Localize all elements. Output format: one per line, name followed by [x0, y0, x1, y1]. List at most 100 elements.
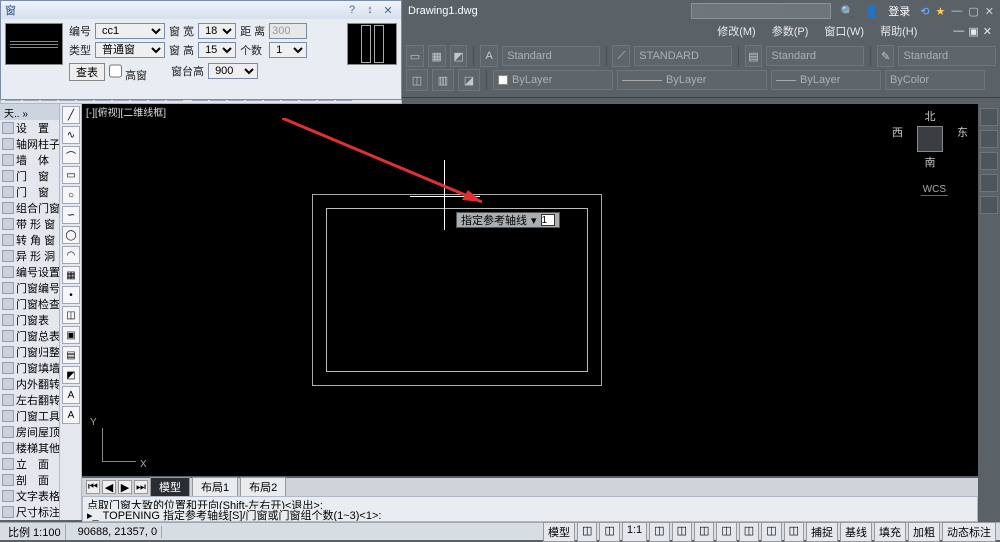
- sidebar-item[interactable]: 左右翻转: [0, 392, 59, 408]
- pline-icon[interactable]: ∿: [62, 126, 80, 144]
- rib-btn[interactable]: A: [480, 45, 498, 67]
- rib-btn[interactable]: ▦: [428, 45, 446, 67]
- showmotion-icon[interactable]: [980, 196, 998, 214]
- menu-param[interactable]: 参数(P): [772, 23, 809, 39]
- preview-thumbnail-left[interactable]: [5, 23, 63, 65]
- sidebar-item[interactable]: 剖 面: [0, 472, 59, 488]
- status-toggle[interactable]: ◫: [739, 522, 759, 542]
- tab-layout2[interactable]: 布局2: [240, 477, 286, 497]
- rect-icon[interactable]: ▭: [62, 166, 80, 184]
- login-label[interactable]: 登录: [888, 3, 910, 19]
- menu-window[interactable]: 窗口(W): [824, 23, 864, 39]
- doc-close-icon[interactable]: ✕: [983, 25, 992, 38]
- sidebar-item[interactable]: 编号设置: [0, 264, 59, 280]
- dropdown-icon[interactable]: ▾: [531, 214, 537, 227]
- sidebar-item[interactable]: 门 窗: [0, 184, 59, 200]
- view-label[interactable]: [-][俯视][二维线框]: [82, 104, 978, 118]
- pan-icon[interactable]: [980, 130, 998, 148]
- sidebar-item[interactable]: 带 形 窗: [0, 216, 59, 232]
- sidebar-item[interactable]: 异 形 洞: [0, 248, 59, 264]
- spline-icon[interactable]: ∽: [62, 206, 80, 224]
- orbit-icon[interactable]: [980, 174, 998, 192]
- status-toggle[interactable]: ◫: [761, 522, 781, 542]
- gao-checkbox[interactable]: [109, 63, 122, 79]
- dimstyle-combo[interactable]: STANDARD: [634, 46, 732, 66]
- collapse-icon[interactable]: ↕: [361, 3, 379, 17]
- status-toggle[interactable]: 捕捉: [806, 522, 838, 542]
- tab-model[interactable]: 模型: [150, 477, 190, 497]
- ellipse-icon[interactable]: ◯: [62, 226, 80, 244]
- dialog-titlebar[interactable]: 窗 ? ↕ ✕: [1, 1, 401, 19]
- sidebar-item[interactable]: 内外翻转: [0, 376, 59, 392]
- sidebar-item[interactable]: 立 面: [0, 456, 59, 472]
- status-toggle[interactable]: ◫: [784, 522, 804, 542]
- help-icon[interactable]: ?: [343, 3, 361, 17]
- tab-next-icon[interactable]: ▶: [118, 480, 132, 494]
- minimize-icon[interactable]: —: [951, 5, 962, 18]
- tab-prev-icon[interactable]: ◀: [102, 480, 116, 494]
- viewcube[interactable]: 北 西东 南: [902, 108, 958, 178]
- type-select[interactable]: 普通窗: [95, 42, 165, 58]
- sidebar-item[interactable]: 门窗工具: [0, 408, 59, 424]
- rib-btn[interactable]: ▭: [406, 45, 424, 67]
- preview-thumbnail-right[interactable]: [347, 23, 397, 65]
- status-toggle[interactable]: 填充: [874, 522, 906, 542]
- rib-btn[interactable]: ▥: [432, 69, 454, 91]
- sidebar-item[interactable]: 轴网柱子: [0, 136, 59, 152]
- w-select[interactable]: 1800: [198, 23, 236, 39]
- status-toggle[interactable]: ◫: [577, 522, 597, 542]
- tablestyle-combo[interactable]: Standard: [766, 46, 864, 66]
- status-toggle[interactable]: 基线: [840, 522, 872, 542]
- dynamic-input-field[interactable]: [541, 214, 555, 226]
- insert-icon[interactable]: ▣: [62, 326, 80, 344]
- lookup-button[interactable]: 查表: [69, 63, 105, 81]
- tab-first-icon[interactable]: ⏮: [86, 480, 100, 494]
- maximize-icon[interactable]: ▢: [968, 5, 978, 18]
- sidebar-item[interactable]: 尺寸标注: [0, 504, 59, 520]
- plotcolor-combo[interactable]: ByColor: [885, 70, 985, 90]
- wheel-icon[interactable]: [980, 108, 998, 126]
- close-icon[interactable]: ✕: [379, 3, 397, 17]
- rib-btn[interactable]: ◫: [406, 69, 428, 91]
- exchange-icon[interactable]: ⟲: [920, 5, 929, 18]
- search-icon[interactable]: 🔍: [841, 5, 855, 18]
- status-scale[interactable]: 比例 1:100: [4, 524, 66, 540]
- login-icon[interactable]: 👤: [865, 5, 879, 18]
- sidebar-item[interactable]: 门窗总表: [0, 328, 59, 344]
- count-select[interactable]: 1: [269, 42, 307, 58]
- sidebar-item[interactable]: 房间屋顶: [0, 424, 59, 440]
- point-icon[interactable]: •: [62, 286, 80, 304]
- sidebar-item[interactable]: 门窗归整: [0, 344, 59, 360]
- block-icon[interactable]: ◫: [62, 306, 80, 324]
- rib-btn[interactable]: ✎: [877, 45, 895, 67]
- menu-modify[interactable]: 修改(M): [717, 23, 756, 39]
- circle-icon[interactable]: ○: [62, 186, 80, 204]
- star-icon[interactable]: ★: [936, 5, 946, 18]
- gao-checkbox-label[interactable]: 高窗: [109, 63, 147, 83]
- status-toggle[interactable]: ◫: [672, 522, 692, 542]
- sidebar-item[interactable]: 转 角 窗: [0, 232, 59, 248]
- zoom-icon[interactable]: [980, 152, 998, 170]
- sidebar-item[interactable]: 门窗填墙: [0, 360, 59, 376]
- command-line[interactable]: 点取门窗大致的位置和开向(Shift-左右开)<退出>: ▸_TOPENING …: [82, 496, 978, 522]
- textstyle-combo[interactable]: Standard: [502, 46, 600, 66]
- ellipse-arc-icon[interactable]: ◠: [62, 246, 80, 264]
- sidebar-item[interactable]: 门窗编号: [0, 280, 59, 296]
- status-toggle[interactable]: ◫: [599, 522, 619, 542]
- doc-minimize-icon[interactable]: —: [953, 25, 964, 38]
- status-toggle[interactable]: ◫: [649, 522, 669, 542]
- menu-help[interactable]: 帮助(H): [880, 23, 917, 39]
- sill-select[interactable]: 900: [208, 63, 258, 79]
- sidebar-item[interactable]: 设 置: [0, 120, 59, 136]
- rib-btn[interactable]: ◪: [458, 69, 480, 91]
- mtext-icon[interactable]: A: [62, 406, 80, 424]
- sidebar-item[interactable]: 门窗检查: [0, 296, 59, 312]
- mleaderstyle-combo[interactable]: Standard: [898, 46, 996, 66]
- status-toggle[interactable]: 模型: [543, 522, 575, 542]
- sidebar-item[interactable]: 墙 体: [0, 152, 59, 168]
- tab-last-icon[interactable]: ⏭: [134, 480, 148, 494]
- lineweight-combo[interactable]: ByLayer: [771, 70, 881, 90]
- rib-btn[interactable]: ⟋: [612, 45, 630, 67]
- region-icon[interactable]: ◩: [62, 366, 80, 384]
- line-icon[interactable]: ╱: [62, 106, 80, 124]
